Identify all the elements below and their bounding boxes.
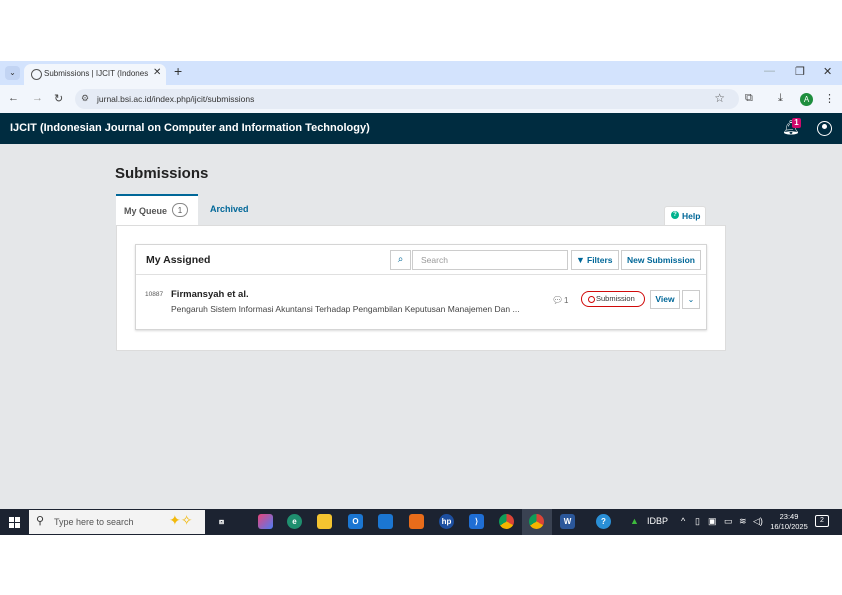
help-button[interactable]: ? Help bbox=[664, 206, 706, 225]
volume-icon[interactable]: ◁) bbox=[753, 516, 763, 527]
taskbar: ⚲ Type here to search ✦✧ ⧈ e O hp ⟩ W ? … bbox=[0, 509, 842, 535]
network-icon[interactable]: ▭ bbox=[724, 516, 733, 527]
taskbar-search[interactable]: ⚲ Type here to search ✦✧ bbox=[29, 510, 205, 534]
copilot-icon[interactable] bbox=[258, 514, 273, 529]
site-info-icon[interactable]: ⚙ bbox=[81, 93, 89, 104]
close-window-button[interactable]: ✕ bbox=[823, 65, 832, 78]
vscode-icon[interactable]: ⟩ bbox=[469, 514, 484, 529]
battery-icon[interactable]: ▯ bbox=[695, 516, 700, 527]
help-icon: ? bbox=[671, 211, 679, 219]
outlook-icon[interactable]: O bbox=[348, 514, 363, 529]
chrome-active-icon[interactable] bbox=[529, 514, 544, 529]
list-header: My Assigned ⌕ ▼ Filters New Submission bbox=[136, 245, 706, 275]
tab-my-queue-label: My Queue bbox=[124, 206, 168, 216]
back-button[interactable]: ← bbox=[8, 92, 19, 104]
help-label: Help bbox=[682, 211, 701, 221]
submission-author: Firmansyah et al. bbox=[171, 289, 249, 300]
submission-title: Pengaruh Sistem Informasi Akuntansi Terh… bbox=[171, 304, 520, 314]
store-icon[interactable] bbox=[378, 514, 393, 529]
filter-icon: ▼ bbox=[576, 255, 585, 265]
comment-icon: 💬︎ bbox=[552, 295, 564, 305]
browser-tab-title: Submissions | IJCIT (Indonesian Journal … bbox=[44, 69, 148, 78]
stage-label: Submission bbox=[596, 294, 635, 303]
stage-dot-icon bbox=[588, 296, 595, 303]
stage-badge: Submission bbox=[581, 291, 645, 307]
notification-center-icon[interactable]: 2 bbox=[815, 515, 829, 527]
sparkle-icon: ✦✧ bbox=[169, 512, 193, 528]
task-view-icon[interactable]: ⧈ bbox=[214, 514, 229, 529]
address-bar[interactable]: ⚙ jurnal.bsi.ac.id/index.php/ijcit/submi… bbox=[75, 89, 739, 109]
my-assigned-list: My Assigned ⌕ ▼ Filters New Submission 1… bbox=[135, 244, 707, 330]
stock-chart-icon[interactable]: ▲ bbox=[630, 516, 639, 526]
download-icon[interactable]: ⤓ bbox=[778, 92, 783, 105]
minimize-window-button[interactable]: — bbox=[764, 65, 775, 77]
user-account-icon[interactable] bbox=[817, 121, 832, 136]
tab-archived[interactable]: Archived bbox=[210, 204, 249, 214]
new-submission-button[interactable]: New Submission bbox=[621, 250, 701, 270]
globe-icon bbox=[31, 69, 42, 80]
tray-label[interactable]: IDBP bbox=[647, 516, 668, 526]
browser-tab[interactable]: Submissions | IJCIT (Indonesian Journal … bbox=[24, 64, 166, 85]
help-app-icon[interactable]: ? bbox=[596, 514, 611, 529]
list-title: My Assigned bbox=[146, 254, 211, 266]
view-button[interactable]: View bbox=[650, 290, 680, 309]
forward-button[interactable]: → bbox=[32, 92, 43, 104]
clock-date: 16/10/2025 bbox=[770, 522, 808, 531]
browser-toolbar: ← → ↻ ⚙ jurnal.bsi.ac.id/index.php/ijcit… bbox=[0, 85, 842, 113]
search-icon: ⚲ bbox=[36, 515, 45, 527]
menu-icon[interactable]: ⋮ bbox=[824, 92, 835, 105]
close-tab-icon[interactable]: ✕ bbox=[153, 67, 161, 78]
restore-window-button[interactable]: ❐ bbox=[795, 65, 805, 78]
screen: ⌄ Submissions | IJCIT (Indonesian Journa… bbox=[0, 61, 842, 535]
extensions-icon[interactable]: ⧉ bbox=[745, 92, 753, 105]
hp-icon[interactable]: hp bbox=[439, 514, 454, 529]
tab-my-queue[interactable]: My Queue 1 bbox=[116, 194, 198, 225]
windows-start-icon[interactable] bbox=[9, 517, 20, 528]
bookmark-star-icon[interactable]: ☆ bbox=[714, 91, 725, 105]
app-tray-icon[interactable]: ▣ bbox=[708, 516, 717, 527]
clock[interactable]: 23:49 16/10/2025 bbox=[770, 512, 808, 532]
site-title[interactable]: IJCIT (Indonesian Journal on Computer an… bbox=[10, 122, 370, 134]
chevron-up-icon[interactable]: ^ bbox=[681, 516, 685, 526]
taskbar-search-placeholder: Type here to search bbox=[54, 517, 134, 527]
word-icon[interactable]: W bbox=[560, 514, 575, 529]
submission-id: 10887 bbox=[145, 291, 164, 298]
chrome-icon[interactable] bbox=[499, 514, 514, 529]
app-icon[interactable] bbox=[409, 514, 424, 529]
reload-button[interactable]: ↻ bbox=[54, 92, 63, 105]
notification-badge: 1 bbox=[792, 118, 801, 128]
tab-search-button[interactable]: ⌄ bbox=[5, 66, 20, 80]
new-tab-button[interactable]: + bbox=[174, 63, 182, 79]
url-text[interactable]: jurnal.bsi.ac.id/index.php/ijcit/submiss… bbox=[97, 94, 254, 104]
browser-tab-strip: ⌄ Submissions | IJCIT (Indonesian Journa… bbox=[0, 61, 842, 85]
tab-my-queue-count: 1 bbox=[172, 203, 188, 217]
filters-button[interactable]: ▼ Filters bbox=[571, 250, 619, 270]
site-header: IJCIT (Indonesian Journal on Computer an… bbox=[0, 113, 842, 144]
file-explorer-icon[interactable] bbox=[317, 514, 332, 529]
search-icon[interactable]: ⌕ bbox=[390, 250, 411, 270]
profile-avatar[interactable]: A bbox=[800, 93, 813, 106]
search-input[interactable] bbox=[412, 250, 568, 270]
comment-count: 1 bbox=[564, 296, 569, 305]
expand-chevron-icon[interactable]: ⌄ bbox=[682, 290, 700, 309]
filters-label: Filters bbox=[587, 255, 613, 265]
wifi-icon[interactable]: ≋ bbox=[739, 516, 747, 527]
page-title: Submissions bbox=[115, 165, 209, 182]
clock-time: 23:49 bbox=[779, 512, 799, 521]
edge-icon[interactable]: e bbox=[287, 514, 302, 529]
